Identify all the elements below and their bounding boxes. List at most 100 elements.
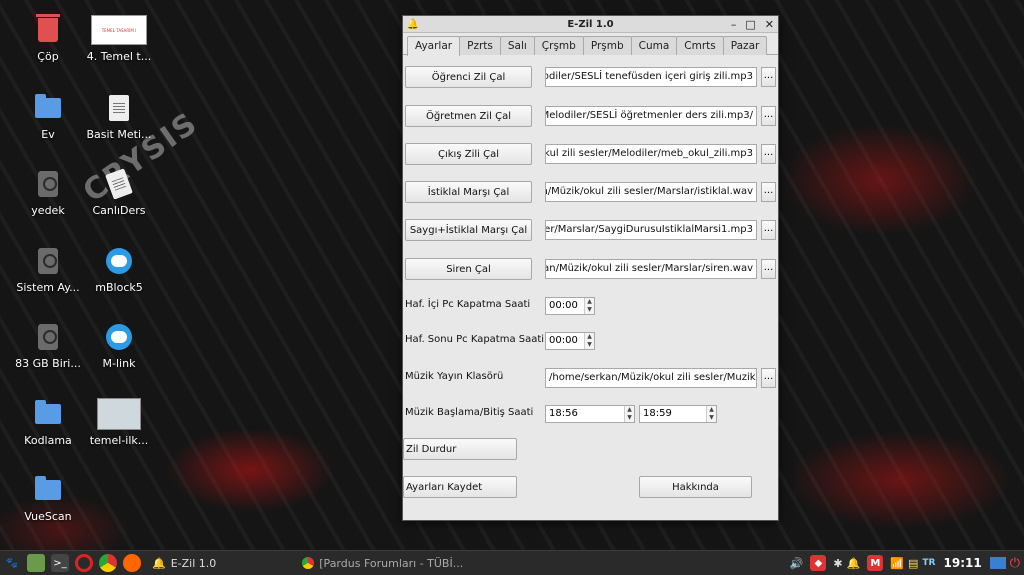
chrome-icon: [302, 557, 315, 569]
spinner-arrows-icon[interactable]: ▲ ▼: [584, 298, 594, 314]
notification-bell-icon[interactable]: 🔔: [847, 557, 861, 570]
desktop-icon-vuescan[interactable]: VueScan: [13, 474, 83, 523]
text-file-icon: [109, 95, 129, 121]
chrome-icon[interactable]: [99, 554, 117, 572]
tab-cuma[interactable]: Cuma: [630, 36, 678, 55]
desktop-icon-kodlama[interactable]: Kodlama: [13, 398, 83, 447]
document-thumbnail-icon: TEMEL TASARIM I: [91, 15, 147, 45]
siren-button[interactable]: Siren Çal: [405, 258, 532, 280]
day-tabs: Ayarlar Pzrts Salı Çrşmb Prşmb Cuma Cmrt…: [403, 33, 778, 56]
window-title: E-Zil 1.0: [567, 18, 614, 30]
file-icon: [105, 168, 133, 200]
siren-path[interactable]: can/Müzik/okul zili sesler/Marslar/siren…: [545, 259, 757, 279]
tab-prsmb[interactable]: Prşmb: [582, 36, 632, 55]
siren-browse-button[interactable]: ...: [761, 259, 776, 279]
music-end-spinner[interactable]: 18:59 ▲ ▼: [639, 405, 717, 423]
weekend-shutdown-spinner[interactable]: 00:00 ▲ ▼: [545, 332, 595, 350]
ogretmen-zil-path[interactable]: /Melodiler/SESLİ öğretmenler ders zili.m…: [545, 106, 757, 126]
firefox-icon[interactable]: [123, 554, 141, 572]
tab-ayarlar[interactable]: Ayarlar: [407, 36, 461, 56]
istiklal-marsi-browse-button[interactable]: ...: [761, 182, 776, 202]
desktop-icon-home[interactable]: Ev: [13, 92, 83, 141]
spinner-arrows-icon[interactable]: ▲ ▼: [584, 333, 594, 349]
weekday-shutdown-spinner[interactable]: 00:00 ▲ ▼: [545, 297, 595, 315]
desktop-icon-83gb[interactable]: 83 GB Biri...: [13, 321, 83, 370]
clock[interactable]: 19:11: [944, 556, 982, 570]
music-time-label: Müzik Başlama/Bitiş Saati: [405, 407, 534, 418]
stop-bell-button[interactable]: Zil Durdur: [403, 438, 517, 460]
drive-icon: [38, 171, 58, 197]
window-titlebar[interactable]: 🔔 E-Zil 1.0 – □ ✕: [403, 16, 778, 33]
weekend-shutdown-label: Haf. Sonu Pc Kapatma Saati: [405, 334, 545, 345]
ogrenci-zil-path[interactable]: lodiler/SESLİ tenefüsden içeri giriş zil…: [545, 67, 757, 87]
mlink-icon: [106, 324, 132, 350]
pardus-menu-icon[interactable]: 🐾: [3, 554, 21, 572]
saygi-istiklal-browse-button[interactable]: ...: [761, 220, 776, 240]
music-folder-browse-button[interactable]: ...: [761, 368, 776, 388]
show-desktop-icon[interactable]: [27, 554, 45, 572]
settings-panel: Öğrenci Zil Çal lodiler/SESLİ tenefüsden…: [403, 55, 778, 515]
notes-icon[interactable]: ▤: [908, 557, 918, 570]
desktop-icon-mlink[interactable]: M-link: [84, 321, 154, 370]
music-end-value: 18:59: [643, 408, 672, 419]
music-folder-label: Müzik Yayın Klasörü: [405, 371, 504, 382]
taskbar-item-pardus-forum[interactable]: [Pardus Forumları - TÜBİ...: [294, 552, 471, 574]
cikis-zil-path[interactable]: okul zili sesler/Melodiler/meb_okul_zili…: [545, 144, 757, 164]
desktop-icon-yedek[interactable]: yedek: [13, 168, 83, 217]
keyboard-layout-indicator[interactable]: TR: [922, 558, 935, 568]
mblock-icon: [106, 248, 132, 274]
folder-icon: [35, 400, 61, 424]
terminal-icon[interactable]: >_: [51, 554, 69, 572]
ogrenci-zil-button[interactable]: Öğrenci Zil Çal: [405, 66, 532, 88]
gmail-icon[interactable]: M: [867, 555, 884, 571]
bell-icon: 🔔: [152, 556, 166, 570]
desktop-icon-basit-metin[interactable]: Basit Meti...: [84, 92, 154, 141]
trash-icon: [36, 14, 60, 42]
cikis-zil-button[interactable]: Çıkış Zili Çal: [405, 143, 532, 165]
about-button[interactable]: Hakkında: [639, 476, 752, 498]
saygi-istiklal-path[interactable]: sler/Marslar/SaygiDurusuIstiklalMarsi1.m…: [545, 220, 757, 240]
desktop-icon-temel-ilk[interactable]: temel-ilk...: [84, 398, 154, 447]
drive-icon: [38, 324, 58, 350]
maximize-icon[interactable]: □: [745, 18, 755, 31]
spinner-arrows-icon[interactable]: ▲ ▼: [624, 406, 634, 422]
tab-crsmb[interactable]: Çrşmb: [533, 36, 584, 55]
desktop-icon-sistem[interactable]: Sistem Ay...: [13, 245, 83, 294]
weekday-shutdown-label: Haf. İçi Pc Kapatma Saati: [405, 299, 531, 310]
desktop-icon-temel[interactable]: TEMEL TASARIM I 4. Temel t...: [84, 14, 154, 63]
desktop-icon-mblock5[interactable]: mBlock5: [84, 245, 154, 294]
music-folder-path[interactable]: /home/serkan/Müzik/okul zili sesler/Muzi…: [545, 368, 757, 388]
tab-pazar[interactable]: Pazar: [722, 36, 768, 55]
ogrenci-zil-browse-button[interactable]: ...: [761, 67, 776, 87]
network-icon[interactable]: 📶: [890, 557, 904, 570]
weekend-shutdown-value: 00:00: [549, 335, 578, 346]
system-tray: 🔊 ◆ ✱ 🔔 M 📶 ▤ TR 19:11 ⏻: [790, 555, 1024, 571]
screen-icon[interactable]: [989, 557, 1006, 569]
taskbar-item-ezil[interactable]: 🔔 E-Zil 1.0: [144, 552, 224, 574]
tab-cmrts[interactable]: Cmrts: [676, 36, 724, 55]
saygi-istiklal-button[interactable]: Saygı+İstiklal Marşı Çal: [405, 219, 532, 241]
music-start-spinner[interactable]: 18:56 ▲ ▼: [545, 405, 635, 423]
ogretmen-zil-browse-button[interactable]: ...: [761, 106, 776, 126]
cikis-zil-browse-button[interactable]: ...: [761, 144, 776, 164]
save-settings-button[interactable]: Ayarları Kaydet: [403, 476, 517, 498]
tab-pzrts[interactable]: Pzrts: [459, 36, 501, 55]
close-icon[interactable]: ✕: [765, 18, 774, 31]
home-folder-icon: [35, 94, 61, 118]
istiklal-marsi-path[interactable]: n/Müzik/okul zili sesler/Marslar/istikla…: [545, 182, 757, 202]
ogretmen-zil-button[interactable]: Öğretmen Zil Çal: [405, 105, 532, 127]
drive-icon: [38, 248, 58, 274]
taskbar: 🐾 >_ 🔔 E-Zil 1.0 [Pardus Forumları - TÜB…: [0, 550, 1024, 575]
power-icon[interactable]: ⏻: [1010, 556, 1020, 571]
desktop-icon-trash[interactable]: Çöp: [13, 14, 83, 63]
desktop-icon-canliders[interactable]: CanlıDers: [84, 168, 154, 217]
music-start-value: 18:56: [549, 408, 578, 419]
opera-icon[interactable]: [75, 554, 93, 572]
bluetooth-icon[interactable]: ✱: [833, 557, 842, 570]
istiklal-marsi-button[interactable]: İstiklal Marşı Çal: [405, 181, 532, 203]
tab-sali[interactable]: Salı: [499, 36, 535, 55]
minimize-icon[interactable]: –: [731, 18, 737, 31]
volume-icon[interactable]: 🔊: [790, 557, 804, 570]
spinner-arrows-icon[interactable]: ▲ ▼: [706, 406, 716, 422]
anydesk-icon[interactable]: ◆: [810, 555, 827, 571]
